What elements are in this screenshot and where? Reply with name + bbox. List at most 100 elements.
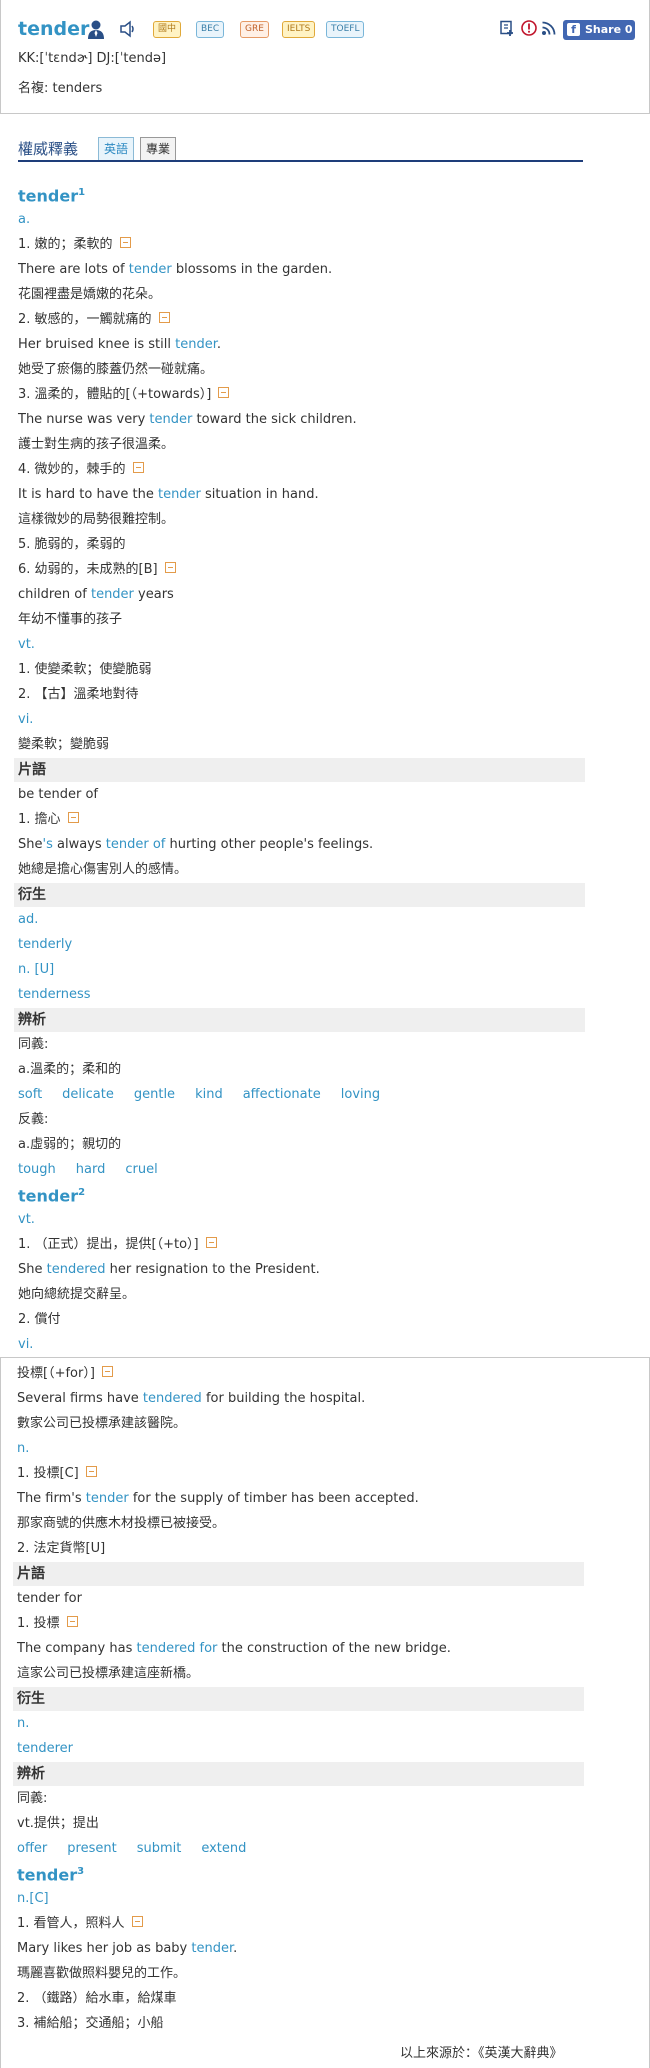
- collapse-icon[interactable]: [67, 812, 79, 823]
- badge-toefl[interactable]: TOEFL: [326, 21, 365, 38]
- tender2-translation-2: 數家公司已投標承建該醫院。: [17, 1416, 187, 1431]
- tender2-example-2: Several firms have tendered for building…: [17, 1391, 366, 1406]
- derivative-heading: 衍生: [14, 883, 585, 907]
- tender3-sense-1: 1. 看管人，照料人: [17, 1916, 143, 1932]
- pos-noun-u: n. [U]: [18, 962, 55, 977]
- pos-vt-2: vt.: [18, 1212, 35, 1227]
- source-note: 以上來源於：《英漢大辭典》: [400, 2046, 563, 2061]
- derivative-heading-2: 衍生: [13, 1687, 584, 1711]
- derivative-tenderness[interactable]: tenderness: [18, 987, 90, 1003]
- synonym-list: soft delicate gentle kind affectionate loving: [18, 1087, 400, 1103]
- synonym-list-2: offer present submit extend: [17, 1841, 266, 1857]
- tender3-translation-1: 瑪麗喜歡做照料嬰兒的工作。: [17, 1966, 187, 1981]
- synonym-sense: a.溫柔的；柔和的: [18, 1062, 122, 1077]
- collapse-icon[interactable]: [132, 462, 144, 473]
- headword-2: tender2: [18, 1186, 86, 1206]
- sense-1: 1. 嫩的；柔軟的: [18, 237, 131, 253]
- tender3-example-1: Mary likes her job as baby tender.: [17, 1941, 238, 1956]
- synonym-link[interactable]: soft: [18, 1087, 42, 1102]
- antonym-list: tough hard cruel: [18, 1162, 178, 1178]
- badge-ielts[interactable]: IELTS: [282, 21, 316, 38]
- badge-junior-high[interactable]: 國中: [153, 21, 182, 38]
- collapse-icon[interactable]: [101, 1366, 113, 1377]
- sense-5: 5. 脆弱的，柔弱的: [18, 537, 126, 552]
- translation-1: 花園裡盡是嬌嫩的花朵。: [18, 287, 162, 302]
- badge-gre[interactable]: GRE: [240, 21, 269, 38]
- synonym-link[interactable]: gentle: [134, 1087, 175, 1102]
- synonym-link[interactable]: extend: [201, 1841, 246, 1856]
- share-label: Share 0: [585, 23, 633, 36]
- tender3-sense-2: 2. （鐵路）給水車，給煤車: [17, 1991, 177, 2006]
- facebook-icon: f: [567, 23, 580, 36]
- antonym-sense: a.虛弱的；親切的: [18, 1137, 122, 1152]
- inflection: 名複: tenders: [18, 81, 103, 96]
- vt-sense-1: 1. 使變柔軟；使變脆弱: [18, 662, 152, 677]
- collapse-icon[interactable]: [66, 1616, 78, 1627]
- synonym-link[interactable]: kind: [195, 1087, 223, 1102]
- antonym-link[interactable]: hard: [76, 1162, 106, 1177]
- example-4: It is hard to have the tender situation …: [18, 487, 319, 502]
- tender2-sense-1: 1. （正式）提出，提供[（+to）]: [18, 1237, 217, 1253]
- translation-2: 她受了瘀傷的膝蓋仍然一碰就痛。: [18, 362, 214, 377]
- facebook-share-button[interactable]: f Share 0: [563, 20, 635, 40]
- phrase-1-sense: 1. 擔心: [18, 812, 79, 828]
- headword-1: tender1: [18, 186, 86, 206]
- tender2-sense-2: 2. 償付: [18, 1312, 61, 1327]
- analysis-heading-2: 辨析: [13, 1762, 584, 1786]
- pos-vt: vt.: [18, 637, 35, 652]
- report-icon[interactable]: [521, 20, 537, 36]
- phrase-1-example: She's always tender of hurting other peo…: [18, 837, 374, 852]
- speaker-icon[interactable]: [118, 19, 138, 39]
- headword-title: tender: [18, 18, 90, 40]
- translation-3: 護士對生病的孩子很溫柔。: [18, 437, 175, 452]
- synonym-label-2: 同義:: [17, 1791, 48, 1806]
- derivative-tenderly[interactable]: tenderly: [18, 937, 72, 953]
- collapse-icon[interactable]: [119, 237, 131, 248]
- synonym-link[interactable]: affectionate: [243, 1087, 321, 1102]
- synonym-link[interactable]: submit: [137, 1841, 182, 1856]
- pos-adverb: ad.: [18, 912, 39, 927]
- derivative-tenderer[interactable]: tenderer: [17, 1741, 73, 1757]
- pos-noun-3: n.: [17, 1716, 30, 1731]
- pos-noun-2: n.: [17, 1441, 30, 1456]
- analysis-heading: 辨析: [14, 1008, 585, 1032]
- rss-icon[interactable]: [541, 20, 557, 36]
- section-rule: [18, 160, 583, 162]
- synonym-link[interactable]: present: [67, 1841, 116, 1856]
- tender3-sense-3: 3. 補給船；交通船；小船: [17, 2016, 164, 2031]
- sense-3: 3. 溫柔的，體貼的[（+towards）]: [18, 387, 230, 403]
- badge-bec[interactable]: BEC: [196, 21, 225, 38]
- collapse-icon[interactable]: [205, 1237, 217, 1248]
- synonym-link[interactable]: loving: [341, 1087, 380, 1102]
- sense-4: 4. 微妙的，棘手的: [18, 462, 144, 478]
- phrase-heading: 片語: [14, 758, 585, 782]
- tab-english[interactable]: 英語: [98, 137, 135, 161]
- antonym-link[interactable]: tough: [18, 1162, 56, 1177]
- collapse-icon[interactable]: [218, 387, 230, 398]
- phrase-2-example: The company has tendered for the constru…: [17, 1641, 451, 1656]
- pos-vi: vi.: [18, 712, 34, 727]
- pos-noun-c: n.[C]: [17, 1891, 49, 1906]
- collapse-icon[interactable]: [85, 1466, 97, 1477]
- phrase-1: be tender of: [18, 787, 98, 802]
- headword-3: tender3: [17, 1865, 85, 1885]
- antonym-link[interactable]: cruel: [125, 1162, 157, 1177]
- example-1: There are lots of tender blossoms in the…: [18, 262, 333, 277]
- synonym-link[interactable]: offer: [17, 1841, 47, 1856]
- pos-adjective: a.: [18, 212, 31, 227]
- tab-professional[interactable]: 專業: [140, 137, 177, 161]
- collapse-icon[interactable]: [131, 1916, 143, 1927]
- tender2-translation-1: 她向總統提交辭呈。: [18, 1287, 136, 1302]
- tender2-translation-3: 那家商號的供應木材投標已被接受。: [17, 1516, 226, 1531]
- synonym-link[interactable]: delicate: [62, 1087, 114, 1102]
- phrase-2-sense: 1. 投標: [17, 1616, 78, 1632]
- example-2: Her bruised knee is still tender.: [18, 337, 221, 352]
- tender2-vi-sense: 投標[（+for）]: [17, 1366, 113, 1382]
- wordbook-add-icon[interactable]: [499, 20, 515, 36]
- pos-vi-2: vi.: [18, 1337, 34, 1352]
- collapse-icon[interactable]: [158, 312, 170, 323]
- collapse-icon[interactable]: [164, 562, 176, 573]
- person-icon[interactable]: [86, 19, 106, 39]
- translation-6: 年幼不懂事的孩子: [18, 612, 123, 627]
- phrase-2: tender for: [17, 1591, 82, 1606]
